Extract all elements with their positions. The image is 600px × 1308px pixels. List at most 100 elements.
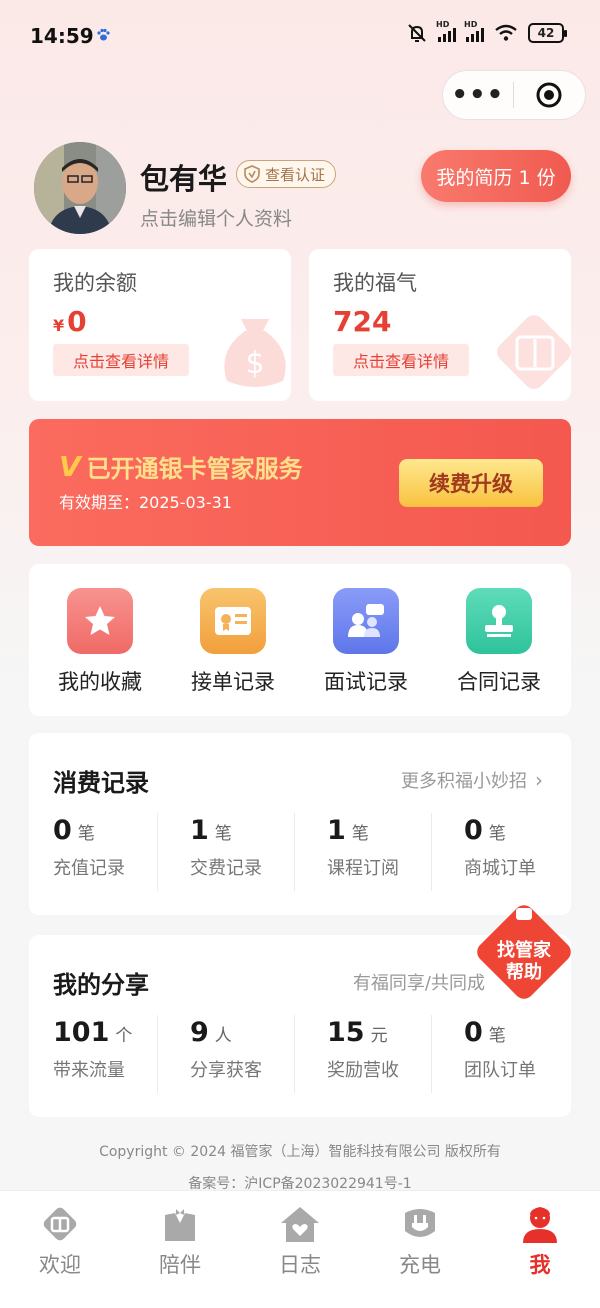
home-heart-icon: [279, 1205, 321, 1245]
section-title: 我的分享: [53, 971, 149, 999]
stat-revenue[interactable]: 15 元奖励营收: [303, 1017, 439, 1095]
stat-label: 交费记录: [190, 858, 262, 879]
close-icon[interactable]: [514, 81, 586, 109]
balance-amount: 0: [67, 305, 87, 338]
stat-label: 课程订阅: [327, 858, 399, 879]
stat-unit: 元: [370, 1026, 388, 1046]
stat-course[interactable]: 1 笔课程订阅: [303, 815, 439, 893]
quick-link-label: 接单记录: [191, 670, 275, 694]
stat-payment[interactable]: 1 笔交费记录: [166, 815, 302, 893]
edit-profile-link[interactable]: 点击编辑个人资料: [140, 204, 292, 231]
stat-unit: 笔: [351, 824, 369, 844]
blessing-seal-icon: [497, 315, 571, 389]
star-icon: [67, 588, 133, 654]
quick-link-favorites[interactable]: 我的收藏: [35, 588, 165, 696]
stat-mall[interactable]: 0 笔商城订单: [440, 815, 576, 893]
renew-upgrade-button[interactable]: 续费升级: [399, 459, 543, 507]
stat-unit: 笔: [488, 1026, 506, 1046]
stat-value: 1: [327, 815, 346, 846]
quick-link-label: 面试记录: [324, 670, 408, 694]
blessing-value: 724: [333, 305, 392, 338]
balance-detail-button[interactable]: 点击查看详情: [53, 344, 189, 376]
stat-value: 0: [53, 815, 72, 846]
quick-link-label: 合同记录: [457, 670, 541, 694]
blessing-detail-button[interactable]: 点击查看详情: [333, 344, 469, 376]
helper-line-1: 找管家: [497, 940, 551, 961]
balance-title: 我的余额: [53, 271, 137, 295]
blessing-icon: [39, 1205, 81, 1245]
quick-link-contracts[interactable]: 合同记录: [434, 588, 564, 696]
avatar[interactable]: [34, 142, 126, 234]
verified-icon: [244, 165, 260, 183]
stat-team-orders[interactable]: 0 笔团队订单: [440, 1017, 576, 1095]
stat-label: 团队订单: [464, 1060, 536, 1081]
balance-card[interactable]: 我的余额 ¥0 点击查看详情 $: [29, 249, 291, 401]
my-resume-button[interactable]: 我的简历 1 份: [421, 150, 571, 202]
tab-companion[interactable]: 陪伴: [120, 1191, 240, 1308]
stat-customers[interactable]: 9 人分享获客: [166, 1017, 302, 1095]
chevron-right-icon: ›: [535, 768, 543, 792]
helper-line-2: 帮助: [506, 962, 542, 983]
tab-label: 欢迎: [39, 1253, 81, 1277]
consumption-records-card: 消费记录 更多积福小妙招 › 0 笔充值记录 1 笔交费记录 1 笔课程订阅 0 笔商城订…: [29, 733, 571, 915]
stat-value: 9: [190, 1017, 209, 1048]
user-icon: [519, 1205, 561, 1245]
certificate-icon: [200, 588, 266, 654]
tab-charge[interactable]: 充电: [360, 1191, 480, 1308]
stat-unit: 笔: [77, 824, 95, 844]
section-title: 消费记录: [53, 769, 149, 797]
tab-welcome[interactable]: 欢迎: [0, 1191, 120, 1308]
currency-symbol: ¥: [53, 316, 65, 335]
more-icon[interactable]: •••: [443, 82, 513, 108]
tab-label: 日志: [279, 1253, 321, 1277]
divider: [157, 1015, 158, 1093]
svg-text:$: $: [245, 346, 264, 381]
signal-icon-2: HD: [464, 20, 484, 42]
paw-icon: [97, 28, 110, 41]
stat-unit: 笔: [214, 824, 232, 844]
stat-value: 0: [464, 1017, 483, 1048]
battery-icon: 42: [528, 23, 567, 43]
tab-log[interactable]: 日志: [240, 1191, 360, 1308]
tab-label: 我: [529, 1253, 551, 1277]
status-bar: 14:59 HD HD 42: [0, 0, 600, 70]
copyright-text: Copyright © 2024 福管家（上海）智能科技有限公司 版权所有: [99, 1144, 501, 1160]
status-time: 14:59: [30, 24, 94, 48]
money-bag-icon: $: [224, 319, 286, 387]
stat-traffic[interactable]: 101 个带来流量: [29, 1017, 165, 1095]
vip-v-icon: V: [59, 450, 81, 483]
stat-unit: 人: [214, 1026, 232, 1046]
blessing-card[interactable]: 我的福气 724 点击查看详情: [309, 249, 571, 401]
quick-link-interviews[interactable]: 面试记录: [301, 588, 431, 696]
stat-label: 奖励营收: [327, 1060, 399, 1081]
stat-recharge[interactable]: 0 笔充值记录: [29, 815, 165, 893]
quick-link-label: 我的收藏: [58, 670, 142, 694]
verify-badge[interactable]: 查看认证: [236, 160, 337, 188]
stamp-icon: [466, 588, 532, 654]
more-tips-label: 更多积福小妙招: [401, 771, 527, 792]
butler-icon: [159, 1205, 201, 1245]
vip-title-text: 已开通银卡管家服务: [86, 455, 303, 483]
find-butler-help-button[interactable]: 找管家 帮助: [470, 898, 578, 1006]
tab-bar: 欢迎 陪伴 日志 充电 我: [0, 1190, 600, 1308]
tab-label: 充电: [399, 1253, 441, 1277]
share-link[interactable]: 有福同享/共同成: [353, 969, 485, 995]
stat-value: 15: [327, 1017, 365, 1048]
balance-value: ¥0: [53, 305, 87, 338]
people-chat-icon: [333, 588, 399, 654]
vip-expiry: 有效期至：2025-03-31: [59, 493, 232, 512]
vip-title: V 已开通银卡管家服务: [59, 449, 303, 484]
divider: [294, 813, 295, 891]
quick-link-orders[interactable]: 接单记录: [168, 588, 298, 696]
mute-icon: [408, 24, 426, 42]
stat-value: 1: [190, 815, 209, 846]
divider: [294, 1015, 295, 1093]
verify-label: 查看认证: [265, 165, 326, 184]
tab-me[interactable]: 我: [480, 1191, 600, 1308]
more-tips-link[interactable]: 更多积福小妙招 ›: [401, 767, 543, 793]
vip-service-banner: V 已开通银卡管家服务 有效期至：2025-03-31 续费升级: [29, 419, 571, 546]
divider: [157, 813, 158, 891]
quick-links-card: 我的收藏 接单记录 面试记录 合同记录: [29, 564, 571, 716]
stat-label: 商城订单: [464, 858, 536, 879]
stat-value: 101: [53, 1017, 110, 1048]
